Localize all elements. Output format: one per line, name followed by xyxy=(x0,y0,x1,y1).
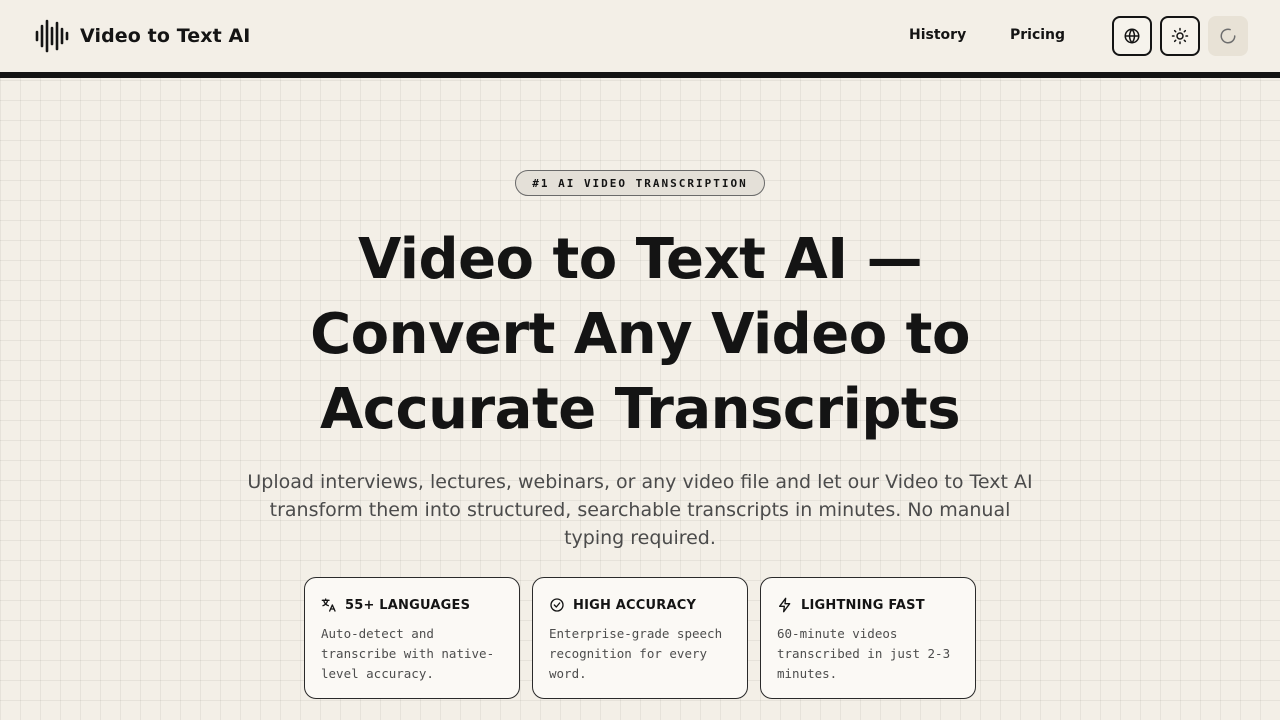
feature-card-accuracy: HIGH ACCURACY Enterprise-grade speech re… xyxy=(532,577,748,699)
feature-title: HIGH ACCURACY xyxy=(573,597,697,613)
hero-title-line: Video to Text AI — xyxy=(357,227,923,292)
top-header: Video to Text AI History Pricing xyxy=(0,0,1280,78)
hero-subtitle: Upload interviews, lectures, webinars, o… xyxy=(247,471,1033,549)
account-button[interactable] xyxy=(1208,16,1248,56)
lightning-icon xyxy=(779,597,791,613)
feature-title: 55+ LANGUAGES xyxy=(345,597,471,613)
nav-history-link[interactable]: History xyxy=(909,27,966,43)
feature-text: 60-minute videos transcribed in just 2-3… xyxy=(777,626,951,681)
hero-title: Video to Text AI — Convert Any Video to … xyxy=(240,222,1040,447)
hero-title-line: Accurate Transcripts xyxy=(319,377,961,442)
hero-title-line: Convert Any Video to xyxy=(310,302,970,367)
waveform-logo-icon xyxy=(35,19,69,53)
feature-text: Auto-detect and transcribe with native-l… xyxy=(321,626,495,681)
check-badge-icon xyxy=(550,598,564,612)
feature-card-speed: LIGHTNING FAST 60-minute videos transcri… xyxy=(760,577,976,699)
theme-toggle-button[interactable] xyxy=(1160,16,1200,56)
feature-card-languages: 55+ LANGUAGES Auto-detect and transcribe… xyxy=(304,577,520,699)
sun-icon xyxy=(1171,27,1189,45)
brand-name: Video to Text AI xyxy=(80,25,251,47)
feature-text: Enterprise-grade speech recognition for … xyxy=(549,626,723,681)
brand-home-link[interactable]: Video to Text AI xyxy=(34,18,250,54)
translate-icon xyxy=(321,598,336,612)
hero-badge: #1 AI VIDEO TRANSCRIPTION xyxy=(515,170,765,196)
language-button[interactable] xyxy=(1112,16,1152,56)
feature-title: LIGHTNING FAST xyxy=(801,597,925,613)
loading-spinner-icon xyxy=(1220,28,1236,44)
globe-icon xyxy=(1124,28,1140,44)
nav-pricing-link[interactable]: Pricing xyxy=(1010,27,1065,43)
